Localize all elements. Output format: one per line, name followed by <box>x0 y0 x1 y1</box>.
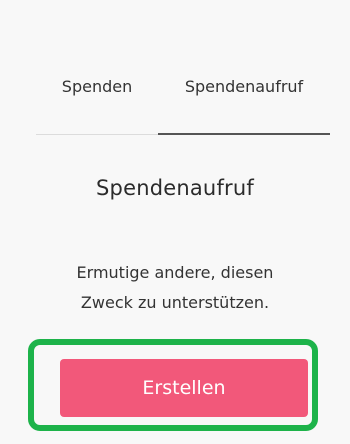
tab-donations[interactable]: Spenden <box>36 70 158 136</box>
active-tab-indicator <box>158 133 330 135</box>
donation-panel: Spenden Spendenaufruf Spendenaufruf Ermu… <box>0 0 350 444</box>
section-heading: Spendenaufruf <box>96 176 254 200</box>
tab-bar: Spenden Spendenaufruf <box>36 70 330 136</box>
description-line: Ermutige andere, diesen <box>76 263 274 282</box>
tab-donation-appeal[interactable]: Spendenaufruf <box>158 70 330 136</box>
create-button[interactable]: Erstellen <box>60 359 308 417</box>
description-line: Zweck zu unterstützen. <box>80 293 270 312</box>
section-description: Ermutige andere, diesen Zweck zu unterst… <box>40 258 310 318</box>
tab-divider <box>36 134 158 135</box>
